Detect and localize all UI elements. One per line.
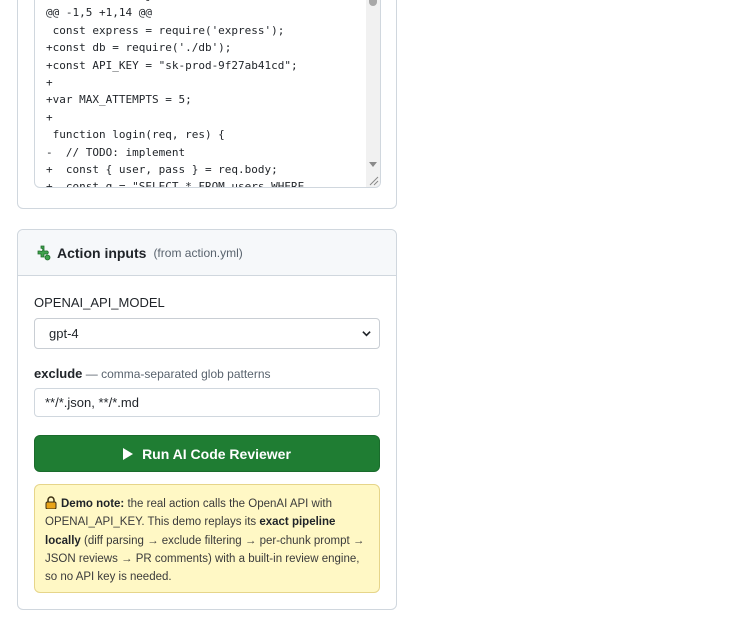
play-icon [123, 447, 134, 460]
resize-grip-icon[interactable] [367, 174, 379, 186]
run-button-label: Run AI Code Reviewer [142, 445, 291, 462]
puzzle-icon [37, 245, 51, 260]
diff-line: function login(req, res) { [46, 128, 225, 142]
diff-line: const express = require('express'); [46, 23, 285, 37]
diff-line: - // TODO: implement [46, 145, 186, 159]
diff-card: --- b/src/auth.js@@ -1,5 +1,14 @@ const … [17, 0, 397, 209]
diff-line: +const db = require('./db'); [46, 41, 232, 55]
exclude-separator: — [82, 367, 102, 381]
demo-note-text2: . This demo replays its [141, 516, 260, 529]
lock-icon [45, 496, 57, 509]
diff-line: +var MAX_ATTEMPTS = 5; [46, 93, 192, 107]
card-subtitle: (from action.yml) [153, 245, 243, 260]
diff-content: --- b/src/auth.js@@ -1,5 +1,14 @@ const … [46, 0, 305, 188]
demo-note-text1: the real action calls the OpenAI API wit… [124, 498, 333, 510]
model-label: OPENAI_API_MODEL [34, 295, 165, 310]
diff-line: + const { user, pass } = req.body; [46, 163, 278, 177]
diff-line: @@ -1,5 +1,14 @@ [46, 6, 152, 20]
scroll-thumb[interactable] [369, 0, 377, 6]
demo-note: Demo note: the real action calls the Ope… [34, 484, 380, 593]
diff-line: + const q = "SELECT * FROM users WHERE [46, 180, 305, 188]
run-ai-code-reviewer-button[interactable]: Run AI Code Reviewer [34, 435, 380, 472]
exclude-input[interactable]: **/*.json, **/*.md [34, 388, 380, 417]
demo-note-text3: (diff parsing → exclude filtering → per-… [45, 534, 365, 584]
model-select-value: gpt-4 [49, 326, 79, 341]
model-select[interactable]: gpt-4 [34, 318, 380, 349]
action-inputs-card: Action inputs (from action.yml) OPENAI_A… [17, 229, 397, 610]
demo-note-title: Demo note: [61, 498, 125, 510]
exclude-label: exclude — comma-separated glob patterns [34, 366, 271, 381]
exclude-hint: comma-separated glob patterns [101, 367, 271, 381]
diff-textarea[interactable]: --- b/src/auth.js@@ -1,5 +1,14 @@ const … [34, 0, 381, 188]
chevron-down-icon [362, 331, 371, 337]
diff-line: +const API_KEY = "sk-prod-9f27ab41cd"; [46, 58, 298, 72]
diff-line: + [46, 110, 53, 124]
card-header: Action inputs (from action.yml) [18, 230, 396, 276]
diff-line: + [46, 76, 53, 90]
demo-note-code: OPENAI_API_KEY [45, 516, 142, 529]
scrollbar[interactable] [366, 0, 380, 187]
scroll-down-arrow-icon[interactable] [369, 162, 377, 167]
card-title: Action inputs [57, 244, 147, 261]
exclude-label-name: exclude [34, 366, 83, 381]
